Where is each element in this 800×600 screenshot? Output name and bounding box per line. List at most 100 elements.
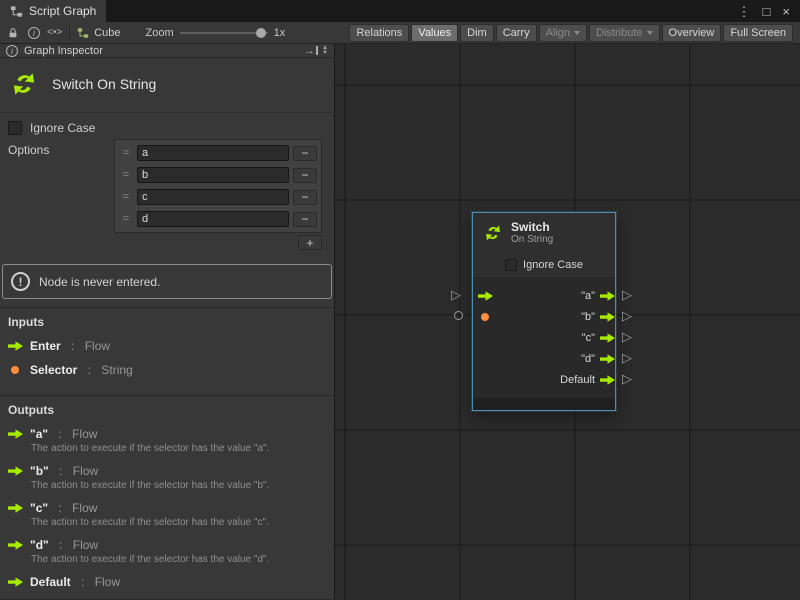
collapse-inspector-icon[interactable]: →: [304, 45, 318, 57]
port-name: Enter: [30, 339, 61, 353]
port-name: "c": [30, 501, 48, 515]
script-graph-window: Script Graph ⋮ □ × i <•> Cube Zoom 1x R: [0, 0, 800, 600]
remove-option-button[interactable]: −: [293, 190, 317, 205]
remove-option-button[interactable]: −: [293, 168, 317, 183]
external-flow-output-icon[interactable]: ▷: [622, 351, 632, 364]
zoom-slider-handle[interactable]: [256, 28, 266, 38]
graph-target[interactable]: Cube: [77, 27, 120, 39]
separator: :: [56, 538, 66, 552]
external-flow-input-icon[interactable]: ▷: [451, 288, 461, 301]
inputs-section: Inputs Enter : Flow Selector : String: [0, 307, 334, 387]
info-icon[interactable]: i: [28, 27, 40, 39]
drag-handle-icon[interactable]: =: [119, 169, 133, 181]
separator: :: [56, 464, 66, 478]
output-port-b: "b" : Flow: [8, 464, 326, 478]
toolbar-button-overview[interactable]: Overview: [662, 24, 722, 42]
value-dot-icon: [11, 366, 19, 374]
port-name: Default: [30, 575, 71, 589]
graph-canvas[interactable]: Switch On String Ignore Case "a": [335, 44, 800, 600]
node-header[interactable]: Switch On String: [473, 213, 615, 253]
separator: :: [78, 575, 88, 589]
external-flow-output-icon[interactable]: ▷: [622, 288, 632, 301]
external-value-input-icon[interactable]: [454, 311, 463, 320]
port-type: Flow: [72, 501, 97, 515]
zoom-slider-track: [180, 32, 268, 34]
zoom-label: Zoom: [145, 27, 173, 39]
option-row: = −: [117, 186, 319, 208]
flow-arrow-icon: [8, 429, 23, 439]
add-option-button[interactable]: +: [298, 235, 322, 250]
flow-output-port-icon[interactable]: [600, 312, 615, 322]
close-icon[interactable]: ×: [782, 5, 790, 18]
outputs-title: Outputs: [8, 403, 326, 417]
ignore-case-label: Ignore Case: [30, 121, 95, 135]
option-input-b[interactable]: [137, 167, 289, 183]
inspector-title: Graph Inspector: [24, 45, 103, 57]
graph-icon: [10, 5, 23, 18]
option-row: = −: [117, 142, 319, 164]
remove-option-button[interactable]: −: [293, 146, 317, 161]
input-port-enter: Enter : Flow: [8, 339, 326, 353]
external-flow-output-icon[interactable]: ▷: [622, 372, 632, 385]
inspector-scroll-spinner[interactable]: ▲▼: [322, 46, 328, 56]
lock-icon[interactable]: [5, 25, 21, 41]
output-port-a: "a" : Flow: [8, 427, 326, 441]
kebab-menu-icon[interactable]: ⋮: [738, 5, 751, 18]
spin-down-icon: ▼: [322, 51, 328, 56]
port-type: Flow: [73, 538, 98, 552]
flow-output-port-icon[interactable]: [600, 291, 615, 301]
switch-unit-icon: [482, 222, 504, 244]
port-description: The action to execute if the selector ha…: [31, 443, 326, 454]
flow-output-port-icon[interactable]: [600, 354, 615, 364]
warning-icon: !: [11, 272, 30, 291]
external-flow-output-icon[interactable]: ▷: [622, 309, 632, 322]
zoom-control: Zoom 1x: [145, 27, 285, 39]
dropdown-caret-icon: [647, 31, 653, 35]
outputs-section: Outputs "a" : Flow The action to execute…: [0, 395, 334, 600]
port-type: Flow: [95, 575, 120, 589]
distribute-label: Distribute: [596, 27, 642, 39]
inspector-header: i Graph Inspector → ▲▼: [0, 44, 334, 58]
option-row: = −: [117, 164, 319, 186]
toolbar-button-values[interactable]: Values: [411, 24, 458, 42]
toolbar-button-fullscreen[interactable]: Full Screen: [723, 24, 793, 42]
external-flow-output-icon[interactable]: ▷: [622, 330, 632, 343]
maximize-icon[interactable]: □: [763, 5, 771, 18]
warning-text: Node is never entered.: [39, 275, 160, 289]
output-port-default: Default : Flow: [8, 575, 326, 589]
option-input-c[interactable]: [137, 189, 289, 205]
toolbar-button-dim[interactable]: Dim: [460, 24, 494, 42]
arrow-glyph: →: [304, 45, 315, 57]
toolbar-button-relations[interactable]: Relations: [349, 24, 409, 42]
zoom-slider[interactable]: [180, 27, 268, 39]
ignore-case-row: Ignore Case: [0, 113, 334, 135]
drag-handle-icon[interactable]: =: [119, 147, 133, 159]
flow-output-port-icon[interactable]: [600, 333, 615, 343]
option-input-d[interactable]: [137, 211, 289, 227]
output-label-default: Default: [560, 374, 595, 386]
remove-option-button[interactable]: −: [293, 212, 317, 227]
toolbar-button-carry[interactable]: Carry: [496, 24, 537, 42]
script-asset-icon: [77, 27, 89, 39]
drag-handle-icon[interactable]: =: [119, 191, 133, 203]
toolbar-button-align[interactable]: Align: [539, 24, 587, 42]
selector-port-icon[interactable]: [481, 313, 489, 321]
switch-on-string-node[interactable]: Switch On String Ignore Case "a": [472, 212, 616, 411]
node-title: Switch: [511, 221, 553, 234]
enter-port-icon[interactable]: [478, 291, 493, 301]
tab-title: Script Graph: [29, 4, 96, 18]
port-name: "d": [30, 538, 49, 552]
edit-source-icon[interactable]: <•>: [47, 27, 62, 38]
flow-output-port-icon[interactable]: [600, 375, 615, 385]
drag-handle-icon[interactable]: =: [119, 213, 133, 225]
toolbar-button-distribute[interactable]: Distribute: [589, 24, 659, 42]
flow-arrow-icon: [8, 577, 23, 587]
warning-box: ! Node is never entered.: [2, 264, 332, 299]
option-input-a[interactable]: [137, 145, 289, 161]
ignore-case-checkbox[interactable]: [8, 121, 22, 135]
options-label: Options: [8, 139, 114, 157]
tab-script-graph[interactable]: Script Graph: [0, 0, 106, 22]
output-port-d: "d" : Flow: [8, 538, 326, 552]
output-port-c: "c" : Flow: [8, 501, 326, 515]
node-ignore-case-checkbox[interactable]: [505, 259, 517, 271]
